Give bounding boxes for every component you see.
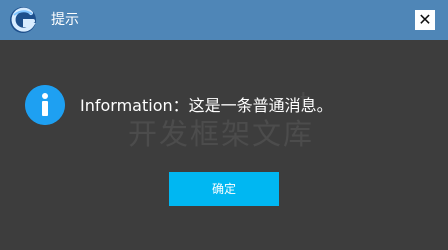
info-icon [25,85,65,125]
message-dialog: 提示 ✕ t 开发框架文库 Information：这是一条普通消息。 确定 [0,0,448,250]
dialog-titlebar: 提示 ✕ [0,0,448,40]
ok-button[interactable]: 确定 [169,172,279,206]
dialog-title: 提示 [51,12,79,28]
watermark-text: 开发框架文库 [128,117,315,151]
close-button[interactable]: ✕ [415,10,435,30]
app-logo-icon [10,7,36,33]
dialog-message: Information：这是一条普通消息。 [80,96,333,115]
dialog-content: t 开发框架文库 Information：这是一条普通消息。 确定 [0,40,448,250]
